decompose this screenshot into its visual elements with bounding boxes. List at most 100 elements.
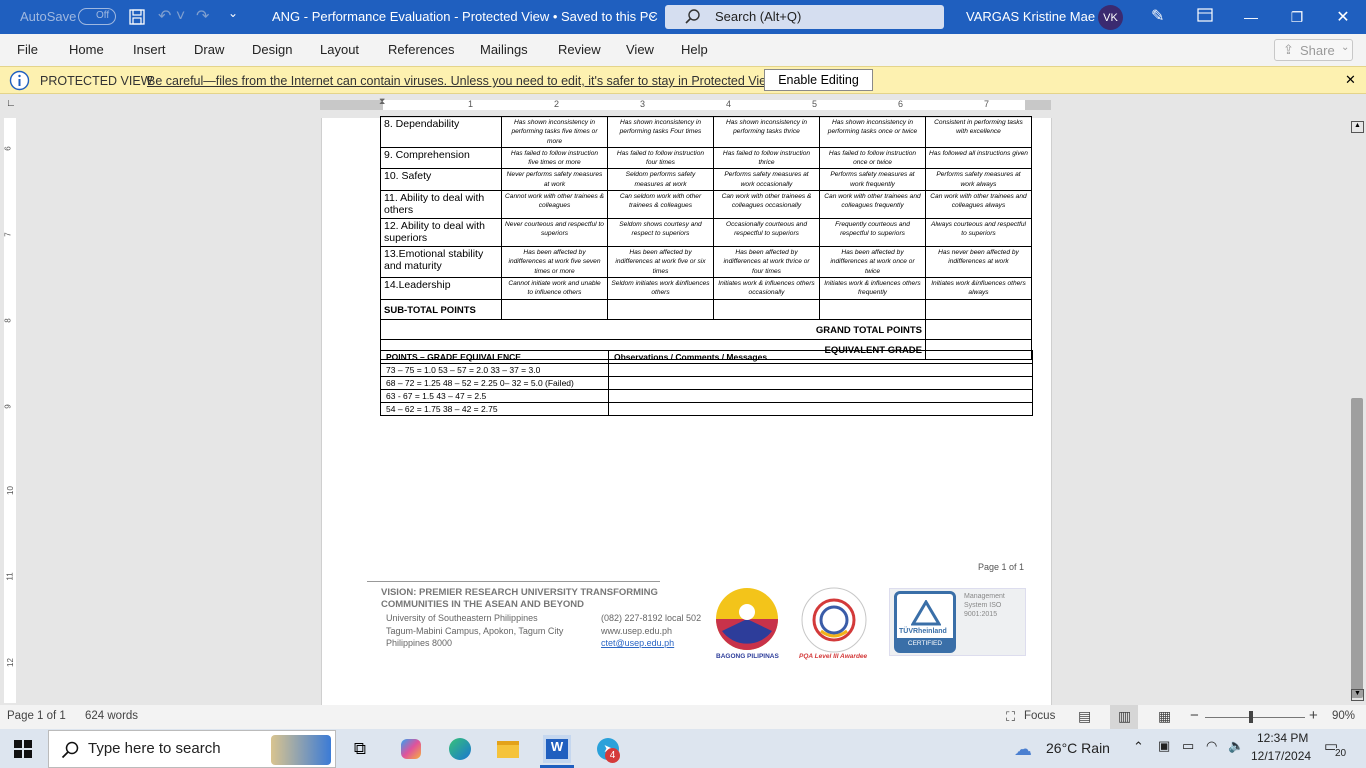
ribbon-display-icon[interactable] [1197,8,1213,25]
rating-descriptor[interactable]: Has been affected by indifferences at wo… [713,246,820,278]
rating-descriptor[interactable]: Always courteous and respectful to super… [925,218,1032,248]
tab-design[interactable]: Design [252,42,292,57]
tab-help[interactable]: Help [681,42,708,57]
rating-descriptor[interactable]: Occasionally courteous and respectful to… [713,218,820,248]
rating-descriptor[interactable]: Cannot work with other trainees & collea… [501,190,608,220]
email-link[interactable]: ctet@usep.edu.ph [601,637,674,650]
rating-descriptor[interactable]: Frequently courteous and respectful to s… [819,218,926,248]
pen-icon[interactable]: ✎ [1151,6,1164,26]
scrollbar-thumb[interactable] [1351,398,1363,698]
read-mode-icon[interactable]: ▤ [1078,708,1091,725]
rating-descriptor[interactable]: Never courteous and respectful to superi… [501,218,608,248]
close-icon[interactable]: ✕ [1345,72,1356,88]
subtotal-cell[interactable] [713,298,820,320]
share-button[interactable]: ⇪ Share ⌄ [1274,39,1353,61]
rating-descriptor[interactable]: Has been affected by indifferences at wo… [819,246,926,278]
rating-descriptor[interactable]: Performs safety measures at work always [925,168,1032,192]
rating-descriptor[interactable]: Has been affected by indifferences at wo… [607,246,714,278]
title-dropdown-icon[interactable]: ⌄ [648,7,658,21]
focus-button[interactable]: Focus [1024,710,1055,722]
rating-descriptor[interactable]: Seldom initiates work &influences others [607,276,714,300]
rating-descriptor[interactable]: Initiates work & influences others occas… [713,276,820,300]
observations-cell[interactable] [608,389,1033,403]
tab-review[interactable]: Review [558,42,601,57]
subtotal-cell[interactable] [819,298,926,320]
rating-descriptor[interactable]: Can work with other trainees & colleague… [713,190,820,220]
grand-total-cell[interactable] [925,318,1032,340]
tab-file[interactable]: File [17,42,38,57]
rating-descriptor[interactable]: Has never been affected by indifferences… [925,246,1032,278]
edge-icon[interactable] [446,735,474,763]
autosave-toggle[interactable]: Off [78,8,116,25]
minimize-button[interactable]: — [1228,0,1274,34]
subtotal-cell[interactable] [607,298,714,320]
customize-qat-icon[interactable]: ⌄ [228,6,238,20]
rating-descriptor[interactable]: Has shown inconsistency in performing ta… [713,116,820,148]
protected-view-message[interactable]: Be careful—files from the Internet can c… [147,74,778,88]
search-box[interactable]: Search (Alt+Q) [665,5,944,29]
vertical-scrollbar[interactable]: ▲ ▼ [1349,118,1366,705]
meet-now-icon[interactable]: ▣ [1158,738,1170,754]
rating-descriptor[interactable]: Cannot initiate work and unable to influ… [501,276,608,300]
zoom-out-icon[interactable]: − [1190,707,1199,724]
rating-descriptor[interactable]: Seldom performs safety measures at work [607,168,714,192]
rating-descriptor[interactable]: Can work with other trainees and colleag… [819,190,926,220]
enable-editing-button[interactable]: Enable Editing [764,69,873,91]
word-icon[interactable]: W [543,735,571,763]
tab-layout[interactable]: Layout [320,42,359,57]
task-view-icon[interactable]: ⧉ [346,735,374,763]
scroll-up-icon[interactable]: ▲ [1351,121,1364,133]
vertical-ruler[interactable]: 6 7 8 9 10 11 12 [4,118,16,703]
subtotal-cell[interactable] [925,298,1032,320]
web-layout-icon[interactable]: ▦ [1158,708,1171,725]
zoom-slider[interactable] [1205,711,1305,723]
battery-icon[interactable]: ▭ [1182,738,1194,754]
page-count[interactable]: Page 1 of 1 [7,710,66,722]
tab-references[interactable]: References [388,42,454,57]
rating-descriptor[interactable]: Can work with other trainees and colleag… [925,190,1032,220]
indent-marker[interactable]: ⧗ [379,96,385,107]
file-explorer-icon[interactable] [494,735,522,763]
rating-descriptor[interactable]: Has shown inconsistency in performing ta… [501,116,608,148]
rating-descriptor[interactable]: Initiates work & influences others frequ… [819,276,926,300]
maximize-button[interactable]: ❐ [1274,0,1320,34]
volume-icon[interactable]: 🔈 [1228,738,1244,754]
clock-date[interactable]: 12/17/2024 [1251,749,1311,763]
rating-descriptor[interactable]: Consistent in performing tasks with exce… [925,116,1032,148]
document-page[interactable]: 8. Dependability Has shown inconsistency … [321,116,1052,705]
taskbar-search[interactable]: Type here to search [48,730,336,768]
horizontal-ruler[interactable]: ∟ 1 2 3 4 5 6 7 ⧗ [0,95,1366,115]
scroll-down-icon[interactable]: ▼ [1351,689,1364,701]
clock-time[interactable]: 12:34 PM [1257,731,1308,745]
rating-descriptor[interactable]: Has been affected by indifferences at wo… [501,246,608,278]
rating-descriptor[interactable]: Never performs safety measures at work [501,168,608,192]
avatar[interactable]: VK [1098,5,1123,30]
rating-descriptor[interactable]: Has failed to follow instruction five ti… [501,146,608,170]
user-name[interactable]: VARGAS Kristine Mae L. [966,9,1110,24]
weather-icon[interactable]: ☁ [1014,739,1032,760]
focus-icon[interactable]: ⛶ [1006,709,1015,725]
undo-icon[interactable]: ↶ ˅ [158,6,185,26]
word-count[interactable]: 624 words [85,710,138,722]
redo-icon[interactable]: ↷ [196,6,209,26]
rating-descriptor[interactable]: Seldom shows courtesy and respect to sup… [607,218,714,248]
copilot-icon[interactable] [397,735,425,763]
wifi-icon[interactable]: ◠ [1206,738,1217,754]
observations-cell[interactable] [608,363,1033,377]
subtotal-cell[interactable] [501,298,608,320]
rating-descriptor[interactable]: Performs safety measures at work frequen… [819,168,926,192]
tab-view[interactable]: View [626,42,654,57]
rating-descriptor[interactable]: Can seldom work with other trainees & co… [607,190,714,220]
zoom-in-icon[interactable]: + [1309,707,1318,724]
windows-start-icon[interactable] [14,740,32,758]
tab-insert[interactable]: Insert [133,42,166,57]
tab-draw[interactable]: Draw [194,42,224,57]
zoom-level[interactable]: 90% [1332,710,1355,722]
rating-descriptor[interactable]: Has followed all instructions given [925,146,1032,170]
rating-descriptor[interactable]: Has failed to follow instruction thrice [713,146,820,170]
tab-home[interactable]: Home [69,42,104,57]
rating-descriptor[interactable]: Has failed to follow instruction four ti… [607,146,714,170]
rating-descriptor[interactable]: Has shown inconsistency in performing ta… [819,116,926,148]
print-layout-icon[interactable]: ▥ [1110,705,1138,729]
tab-selector-icon[interactable]: ∟ [6,98,16,110]
